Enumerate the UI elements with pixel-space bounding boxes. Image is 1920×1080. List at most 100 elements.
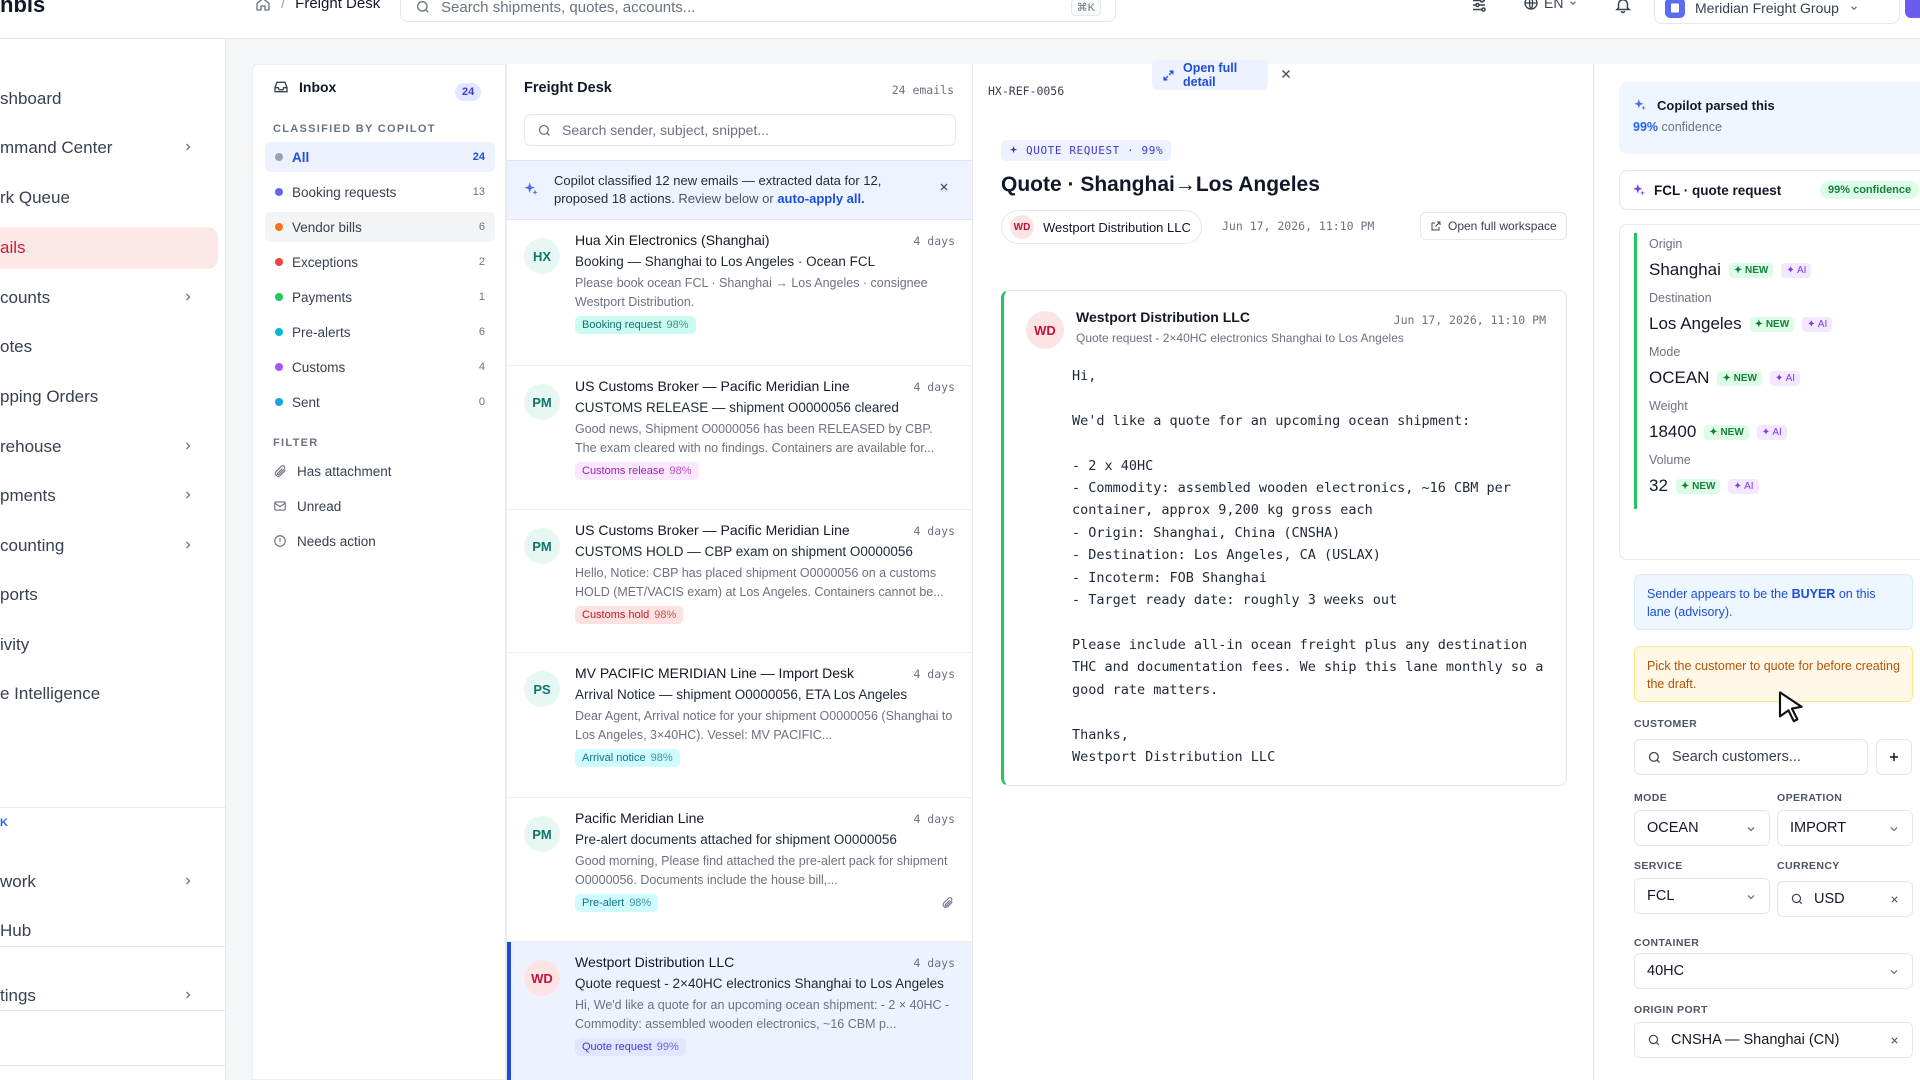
sidebar-item-label: shboard — [0, 89, 62, 108]
quote-request-tag-label: QUOTE REQUEST · 99% — [1026, 144, 1164, 157]
field-label: Destination — [1649, 291, 1712, 305]
add-customer-button[interactable] — [1876, 739, 1912, 775]
classification-tag[interactable]: Pre-alert 98% — [575, 894, 659, 912]
ai-badge-label: AI — [1785, 372, 1796, 384]
field-value: Shanghai — [1649, 260, 1721, 279]
sidebar-item-label: tings — [0, 986, 36, 1005]
filter-needs-action[interactable]: Needs action — [273, 529, 376, 553]
extracted-field[interactable]: Weight 18400 ✦ NEW ✦ AI — [1634, 395, 1920, 455]
email-age: 4 days — [913, 524, 955, 538]
extracted-field[interactable]: Mode OCEAN ✦ NEW ✦ AI — [1634, 341, 1920, 401]
customer-search-input[interactable]: Search customers... — [1634, 739, 1868, 775]
service-select[interactable]: FCL — [1634, 878, 1770, 914]
sidebar-item-intelligence[interactable]: e Intelligence — [0, 673, 218, 715]
extracted-field[interactable]: Origin Shanghai ✦ NEW ✦ AI — [1634, 233, 1920, 293]
breadcrumb-current: Freight Desk — [295, 0, 381, 12]
sidebar-item-command-center[interactable]: mmand Center — [0, 127, 218, 169]
folder-pre-alerts[interactable]: Pre-alerts 6 — [265, 317, 495, 347]
sender-pill[interactable]: WD Westport Distribution LLC — [1001, 210, 1202, 244]
tag-confidence: 98% — [629, 897, 652, 909]
sidebar-item-dashboard[interactable]: shboard — [0, 78, 218, 120]
email-list-title: Freight Desk — [524, 80, 612, 96]
chevron-right-icon — [182, 291, 194, 303]
sidebar-item-warehouse[interactable]: rehouse — [0, 426, 218, 468]
field-value: Los Angeles — [1649, 314, 1742, 333]
open-full-workspace-button[interactable]: Open full workspace — [1420, 212, 1567, 240]
email-row[interactable]: PS MV PACIFIC MERIDIAN Line — Import Desk… — [507, 653, 972, 798]
user-avatar[interactable] — [1905, 0, 1920, 18]
ai-badge: ✦ AI — [1781, 262, 1812, 278]
operation-label: OPERATION — [1777, 792, 1843, 804]
classification-tag[interactable]: Customs release 98% — [575, 462, 699, 480]
sidebar-item-quotes[interactable]: otes — [0, 326, 218, 368]
sender-avatar: PS — [524, 671, 560, 707]
email-search-input[interactable]: Search sender, subject, snippet... — [524, 114, 956, 146]
home-icon[interactable] — [255, 0, 271, 12]
close-icon[interactable] — [1279, 67, 1293, 81]
container-select[interactable]: 40HC — [1634, 953, 1913, 989]
tag-label: Pre-alert — [582, 897, 625, 909]
filter-unread[interactable]: Unread — [273, 494, 341, 518]
sidebar-item-activity[interactable]: ivity — [0, 624, 218, 666]
email-list-panel: Freight Desk 24 emails Search sender, su… — [506, 64, 973, 1080]
sidebar-item-work-queue[interactable]: rk Queue — [0, 177, 218, 219]
sidebar-item-shipments[interactable]: pments — [0, 475, 218, 517]
folder-exceptions[interactable]: Exceptions 2 — [265, 247, 495, 277]
email-row[interactable]: WD Westport Distribution LLC 4 days Quote r… — [507, 942, 972, 1080]
sidebar-item-accounting[interactable]: counting — [0, 525, 218, 567]
sidebar-item-emails[interactable]: ails — [0, 227, 218, 269]
origin-port-input[interactable]: CNSHA — Shanghai (CN) — [1634, 1022, 1913, 1058]
sidebar-item-label: e Intelligence — [0, 684, 101, 703]
email-row[interactable]: PM Pacific Meridian Line 4 days Pre-alert d… — [507, 798, 972, 942]
email-row[interactable]: HX Hua Xin Electronics (Shanghai) 4 days Bo… — [507, 220, 972, 366]
open-full-detail-button[interactable]: Open full detail — [1152, 60, 1268, 90]
email-row[interactable]: PM US Customs Broker — Pacific Meridian L… — [507, 510, 972, 653]
extracted-field[interactable]: Destination Los Angeles ✦ NEW ✦ AI — [1634, 287, 1920, 347]
clear-icon[interactable] — [1889, 894, 1900, 905]
folder-payments[interactable]: Payments 1 — [265, 282, 495, 312]
classification-tag[interactable]: Customs hold 98% — [575, 606, 684, 624]
global-search-input[interactable]: Search shipments, quotes, accounts... ⌘K — [400, 0, 1116, 22]
filters-icon[interactable] — [1470, 0, 1488, 14]
folder-dot — [275, 153, 283, 161]
clear-icon[interactable] — [1889, 1035, 1900, 1046]
folder-dot — [275, 293, 283, 301]
folder-dot — [275, 223, 283, 231]
sidebar-item-network[interactable]: work — [0, 861, 218, 903]
folder-sent[interactable]: Sent 0 — [265, 387, 495, 417]
filter-has-attachment[interactable]: Has attachment — [273, 459, 392, 483]
folder-all[interactable]: All 24 — [265, 142, 495, 172]
extracted-field[interactable]: Volume 32 ✦ NEW ✦ AI — [1634, 449, 1920, 509]
email-subject: Pre-alert documents attached for shipmen… — [575, 832, 897, 847]
folder-count: 1 — [478, 291, 485, 303]
sidebar-item-reports[interactable]: ports — [0, 574, 218, 616]
classification-tag[interactable]: Arrival notice 98% — [575, 749, 680, 767]
buyer-advisory-note: Sender appears to be the BUYER on this l… — [1634, 574, 1913, 630]
mode-select[interactable]: OCEAN — [1634, 810, 1770, 846]
classification-tag[interactable]: Quote request 99% — [575, 1038, 686, 1056]
email-row[interactable]: PM US Customs Broker — Pacific Meridian L… — [507, 366, 972, 510]
close-icon[interactable] — [938, 181, 950, 193]
org-switcher[interactable]: Meridian Freight Group — [1654, 0, 1900, 24]
sender-name: Westport Distribution LLC — [1043, 219, 1191, 235]
chevron-down-icon — [1888, 823, 1900, 835]
currency-input[interactable]: USD — [1777, 881, 1913, 917]
operation-select[interactable]: IMPORT — [1777, 810, 1913, 846]
folder-customs[interactable]: Customs 4 — [265, 352, 495, 382]
top-bar: nbis / Freight Desk Search shipments, qu… — [0, 0, 1920, 39]
classification-tag[interactable]: Booking request 98% — [575, 316, 696, 334]
language-selector[interactable]: EN — [1523, 0, 1578, 11]
email-sender: Pacific Meridian Line — [575, 810, 705, 826]
folder-vendor-bills[interactable]: Vendor bills 6 — [265, 212, 495, 242]
inbox-header[interactable]: Inbox — [273, 79, 336, 95]
auto-apply-link[interactable]: auto-apply all. — [777, 191, 864, 206]
quote-request-tag: QUOTE REQUEST · 99% — [1001, 140, 1172, 161]
folder-booking-requests[interactable]: Booking requests 13 — [265, 177, 495, 207]
sender-avatar: WD — [1010, 215, 1034, 239]
sparkles-icon — [523, 181, 539, 197]
bell-icon[interactable] — [1614, 0, 1632, 14]
sidebar-item-accounts[interactable]: counts — [0, 277, 218, 319]
sidebar-item-shipping-orders[interactable]: pping Orders — [0, 376, 218, 418]
app-logo[interactable]: nbis — [0, 0, 45, 18]
email-snippet: Good morning, Please find attached the p… — [575, 854, 948, 887]
